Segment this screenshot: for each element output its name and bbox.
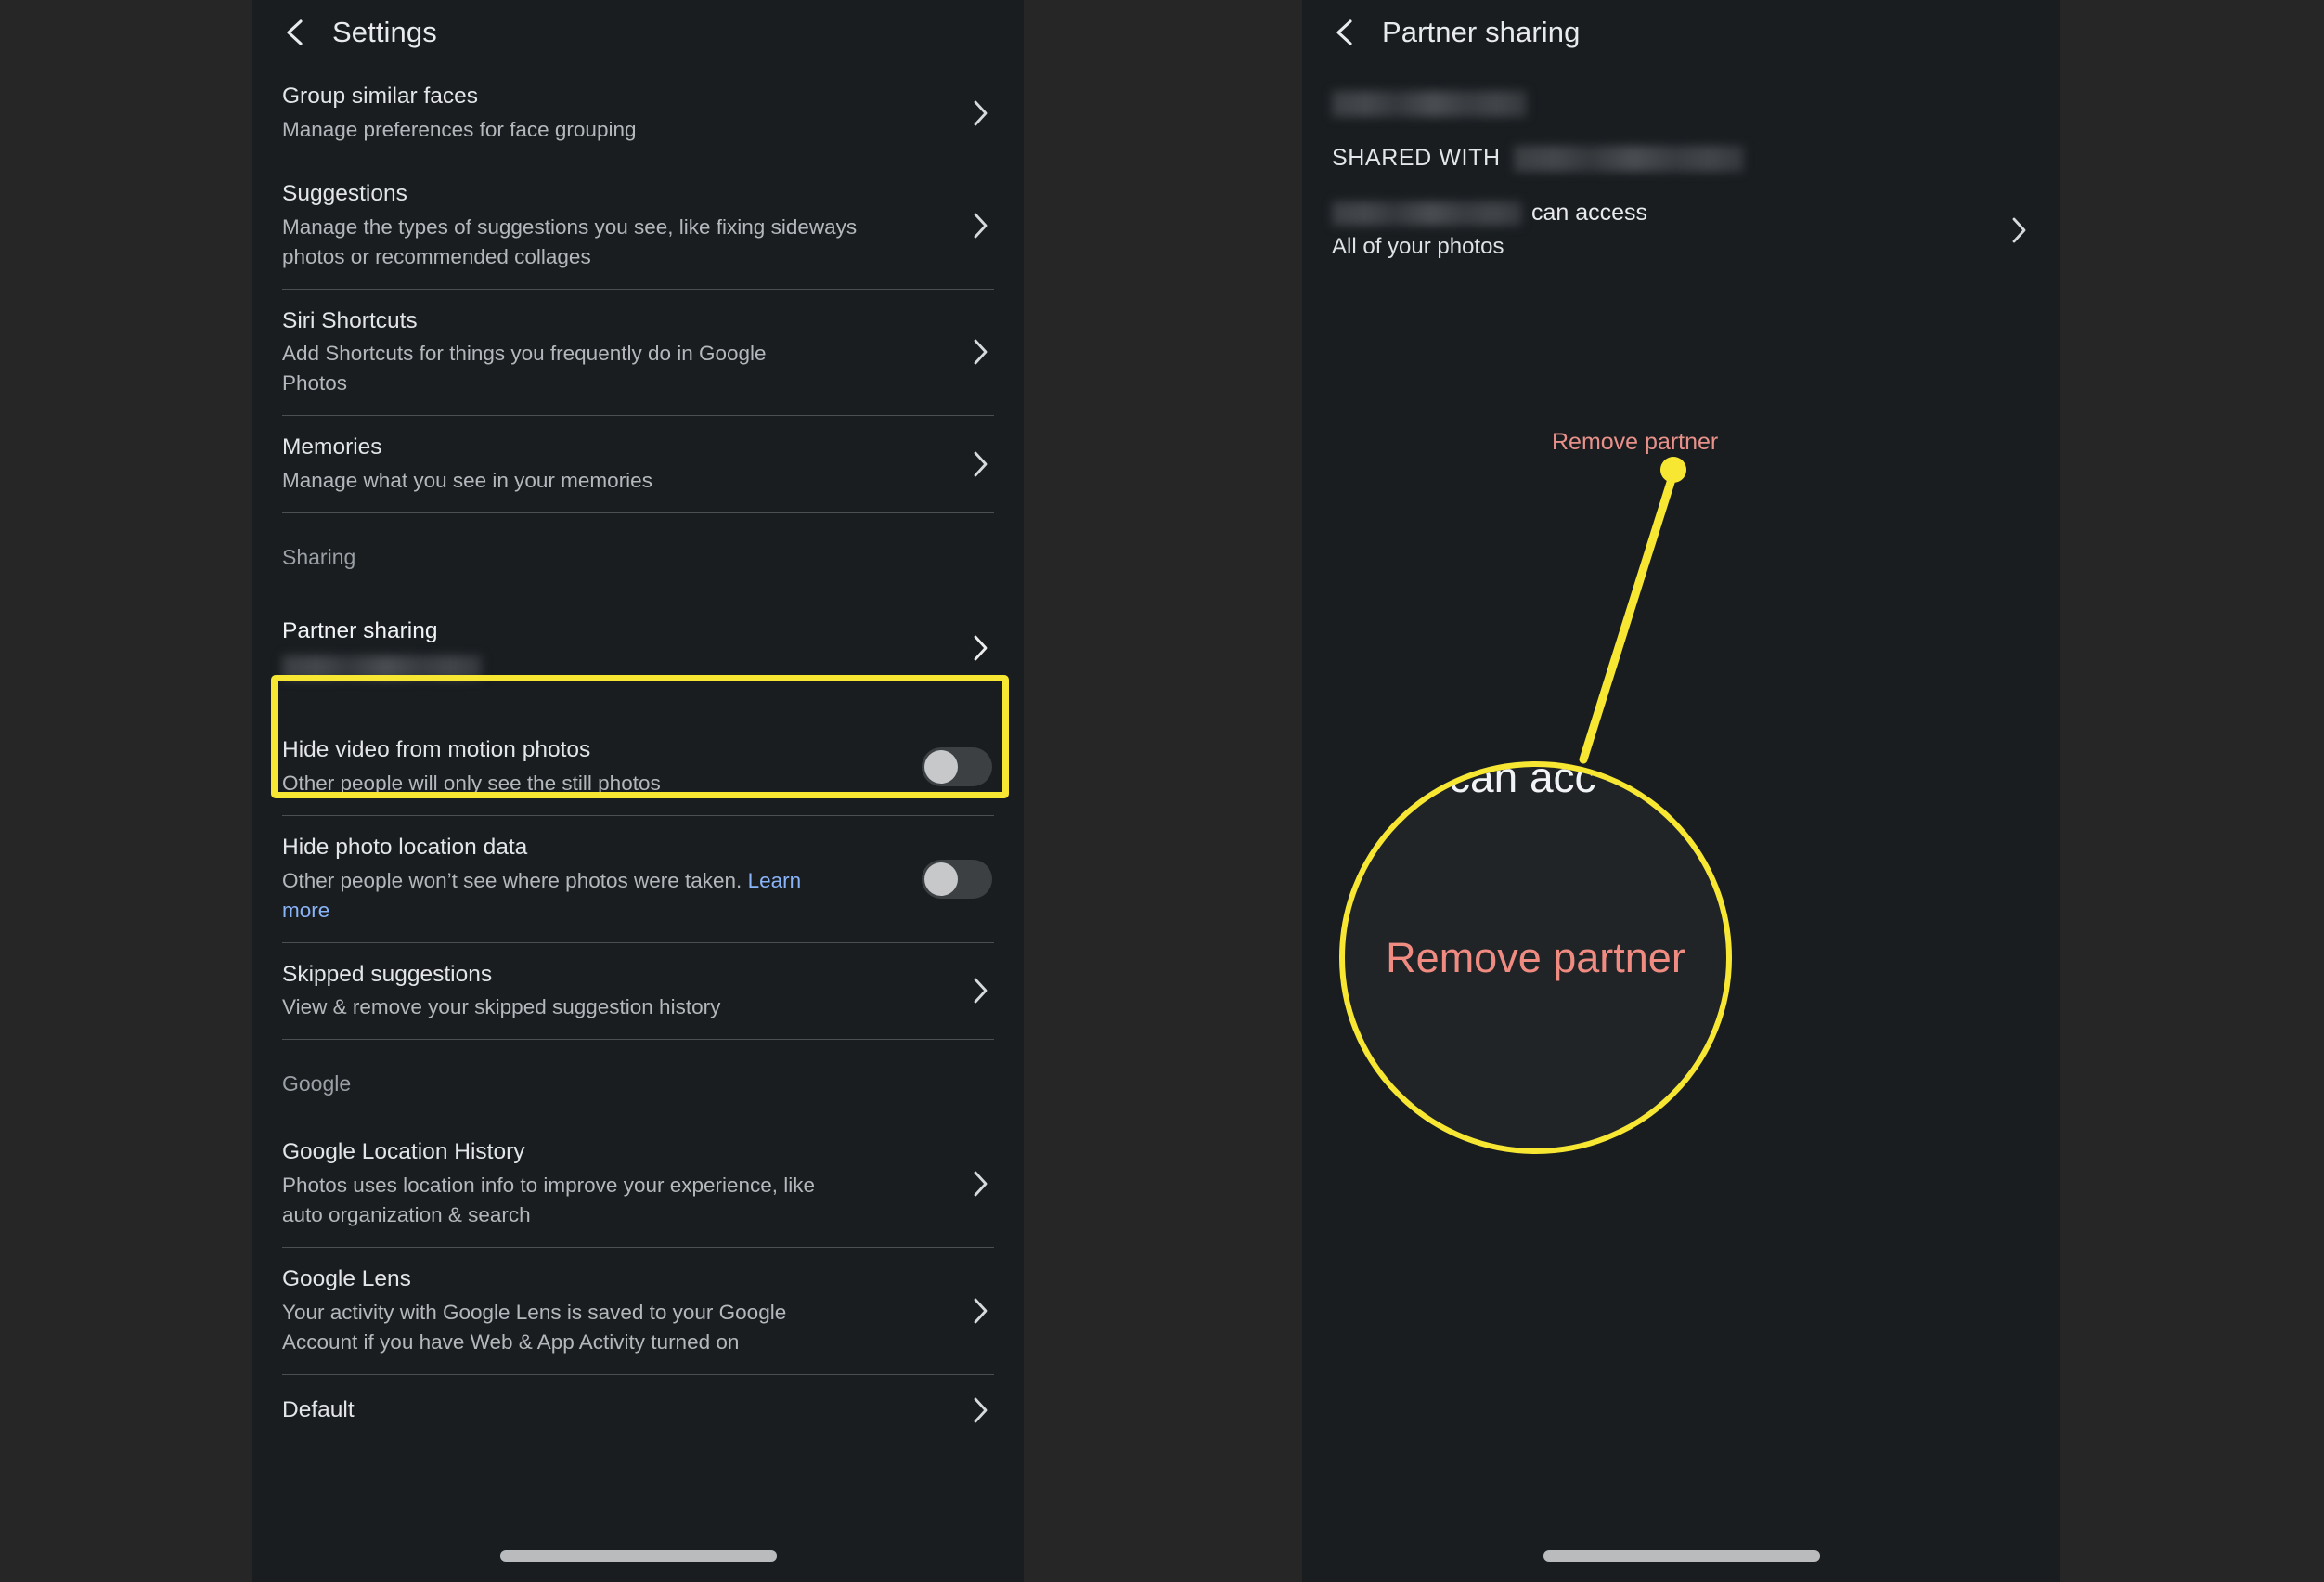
row-texts: Memories Manage what you see in your mem… <box>282 433 968 496</box>
page-title: Settings <box>332 16 437 48</box>
row-title: Default <box>282 1396 355 1422</box>
settings-row-google-lens[interactable]: Google Lens Your activity with Google Le… <box>252 1248 1024 1374</box>
row-subtitle: Your activity with Google Lens is saved … <box>282 1300 787 1354</box>
row-title: Google Lens <box>282 1266 411 1291</box>
back-chevron-icon[interactable] <box>1330 17 1362 48</box>
access-line-primary: can access <box>1332 200 2007 227</box>
row-subtitle: Other people won’t see where photos were… <box>282 866 802 926</box>
settings-phone-panel: Settings Group similar faces Manage pref… <box>252 0 1024 1582</box>
chevron-right-icon[interactable] <box>968 1165 992 1202</box>
row-subtitle: Other people will only see the still pho… <box>282 771 661 795</box>
chevron-right-icon[interactable] <box>968 629 992 667</box>
back-chevron-icon[interactable] <box>280 17 312 48</box>
chevron-right-icon[interactable] <box>968 1392 992 1429</box>
home-indicator <box>499 1550 777 1562</box>
row-texts: Hide photo location data Other people wo… <box>282 833 922 926</box>
row-texts: Hide video from motion photos Other peop… <box>282 735 922 798</box>
row-subtitle-text: Other people won’t see where photos were… <box>282 868 748 892</box>
toggle-knob <box>924 749 958 784</box>
partner-sharing-app-bar: Partner sharing <box>1302 0 2060 65</box>
chevron-right-icon[interactable] <box>968 446 992 483</box>
redacted-partner-name <box>282 655 949 680</box>
settings-row-hide-photo-location-data[interactable]: Hide photo location data Other people wo… <box>252 816 1024 942</box>
settings-row-partner-sharing[interactable]: Partner sharing <box>252 594 1024 704</box>
row-texts: Google Lens Your activity with Google Le… <box>282 1264 968 1357</box>
settings-row-suggestions[interactable]: Suggestions Manage the types of suggesti… <box>252 162 1024 289</box>
section-label-sharing: Sharing <box>282 545 356 569</box>
row-subtitle: Manage the types of suggestions you see,… <box>282 214 858 268</box>
shared-with-label: SHARED WITH <box>1332 145 1501 171</box>
chevron-right-icon[interactable] <box>968 972 992 1009</box>
row-subtitle: Manage preferences for face grouping <box>282 117 637 141</box>
settings-row-google-location-history[interactable]: Google Location History Photos uses loca… <box>252 1121 1024 1247</box>
screenshot-stage: Settings Group similar faces Manage pref… <box>0 0 2324 1582</box>
row-texts: Skipped suggestions View & remove your s… <box>282 960 968 1023</box>
magnified-text-fragment: can acc <box>1449 761 1596 801</box>
page-title: Partner sharing <box>1382 16 1581 48</box>
row-title: Suggestions <box>282 180 407 206</box>
row-subtitle: Add Shortcuts for things you frequently … <box>282 342 767 396</box>
row-subtitle: View & remove your skipped suggestion hi… <box>282 995 721 1019</box>
remove-partner-button[interactable]: Remove partner <box>1552 429 1718 456</box>
chevron-right-icon[interactable] <box>968 1292 992 1329</box>
settings-row-hide-video-from-motion-photos[interactable]: Hide video from motion photos Other peop… <box>252 719 1024 815</box>
partner-access-row[interactable]: can access All of your photos <box>1302 179 2060 280</box>
redacted-header-block <box>1302 65 2060 117</box>
row-title: Google Location History <box>282 1139 525 1165</box>
settings-row-group-similar-faces[interactable]: Group similar faces Manage preferences f… <box>252 65 1024 162</box>
section-label-google: Google <box>282 1071 352 1096</box>
row-title: Hide video from motion photos <box>282 737 591 762</box>
row-subtitle: Photos uses location info to improve you… <box>282 1174 816 1227</box>
row-texts: Google Location History Photos uses loca… <box>282 1137 968 1230</box>
row-title: Memories <box>282 434 382 460</box>
row-title: Partner sharing <box>282 618 438 644</box>
row-texts: Partner sharing <box>282 616 968 680</box>
row-texts: Siri Shortcuts Add Shortcuts for things … <box>282 306 968 399</box>
settings-row-default[interactable]: Default <box>252 1375 1024 1446</box>
row-texts: can access All of your photos <box>1332 200 2007 260</box>
redacted-partner-name <box>1332 201 1522 226</box>
row-texts: Suggestions Manage the types of suggesti… <box>282 179 968 272</box>
row-title: Hide photo location data <box>282 834 528 860</box>
redacted-partner-email <box>1513 145 1744 172</box>
chevron-right-icon[interactable] <box>968 207 992 244</box>
row-title: Siri Shortcuts <box>282 307 418 333</box>
row-texts: Group similar faces Manage preferences f… <box>282 82 968 145</box>
access-detail-label: All of your photos <box>1332 234 1504 259</box>
chevron-right-icon[interactable] <box>968 333 992 370</box>
home-indicator <box>1543 1550 1820 1562</box>
settings-list: Group similar faces Manage preferences f… <box>252 65 1024 1446</box>
chevron-right-icon[interactable] <box>968 95 992 132</box>
settings-row-memories[interactable]: Memories Manage what you see in your mem… <box>252 416 1024 512</box>
toggle-hide-video-from-motion-photos[interactable] <box>922 746 992 786</box>
access-suffix-label: can access <box>1531 200 1648 226</box>
shared-with-row: SHARED WITH <box>1302 117 2060 179</box>
partner-sharing-phone-panel: Partner sharing SHARED WITH can access A… <box>1302 0 2060 1582</box>
magnifier-callout: can acc Remove partner <box>1339 761 1732 1154</box>
settings-row-skipped-suggestions[interactable]: Skipped suggestions View & remove your s… <box>252 943 1024 1040</box>
chevron-right-icon[interactable] <box>2007 212 2031 249</box>
toggle-hide-photo-location-data[interactable] <box>922 859 992 899</box>
row-subtitle: Manage what you see in your memories <box>282 469 652 493</box>
settings-row-siri-shortcuts[interactable]: Siri Shortcuts Add Shortcuts for things … <box>252 290 1024 416</box>
row-title: Skipped suggestions <box>282 961 493 987</box>
magnified-remove-partner-label: Remove partner <box>1386 934 1685 981</box>
row-texts: Default <box>282 1395 968 1425</box>
toggle-knob <box>924 862 958 896</box>
row-title: Group similar faces <box>282 84 479 109</box>
settings-app-bar: Settings <box>252 0 1024 65</box>
